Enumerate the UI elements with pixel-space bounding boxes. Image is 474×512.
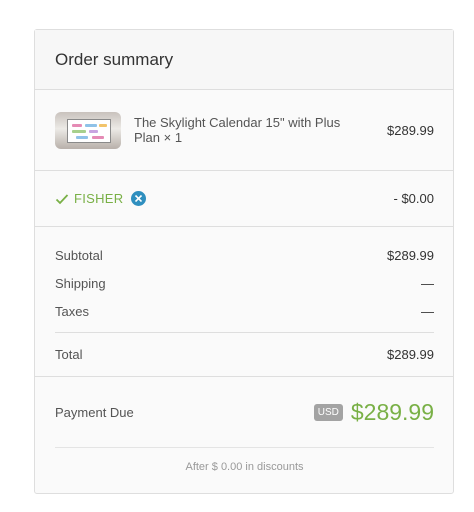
subtotal-value: $289.99 bbox=[387, 247, 434, 263]
order-summary-title: Order summary bbox=[55, 49, 174, 69]
payment-due-row: Payment Due USD $289.99 bbox=[35, 377, 453, 447]
check-icon bbox=[55, 193, 69, 204]
taxes-row: Taxes — bbox=[55, 297, 434, 325]
totals-section: Subtotal $289.99 Shipping — Taxes — Tota… bbox=[35, 241, 453, 377]
discount-row: FISHER - $0.00 bbox=[35, 171, 453, 227]
total-value: $289.99 bbox=[387, 347, 434, 362]
discount-amount: - $0.00 bbox=[393, 191, 434, 206]
line-item-quantity: × 1 bbox=[163, 130, 183, 145]
close-icon bbox=[135, 195, 143, 202]
subtotal-row: Subtotal $289.99 bbox=[55, 241, 434, 269]
payment-due-amount: $289.99 bbox=[350, 398, 434, 425]
line-item-name: The Skylight Calendar 15" with Plus Plan… bbox=[134, 115, 354, 145]
taxes-label: Taxes bbox=[55, 303, 89, 319]
line-item: The Skylight Calendar 15" with Plus Plan… bbox=[35, 90, 453, 171]
total-row: Total $289.99 bbox=[55, 332, 434, 376]
discount-code: FISHER bbox=[74, 191, 124, 206]
discount-savings-note: After $ 0.00 in discounts bbox=[55, 447, 434, 486]
payment-due-label: Payment Due bbox=[55, 404, 134, 420]
taxes-value: — bbox=[421, 303, 434, 319]
product-thumbnail bbox=[55, 111, 121, 149]
currency-badge: USD bbox=[313, 403, 343, 421]
shipping-value: — bbox=[421, 275, 434, 291]
shipping-row: Shipping — bbox=[55, 269, 434, 297]
shipping-label: Shipping bbox=[55, 275, 106, 291]
line-item-price: $289.99 bbox=[387, 122, 434, 138]
remove-discount-button[interactable] bbox=[131, 191, 147, 206]
order-summary-panel: Order summary The Skylight Calendar 15" … bbox=[34, 29, 454, 494]
order-summary-header: Order summary bbox=[35, 30, 453, 90]
subtotal-label: Subtotal bbox=[55, 247, 103, 263]
total-label: Total bbox=[55, 347, 83, 362]
